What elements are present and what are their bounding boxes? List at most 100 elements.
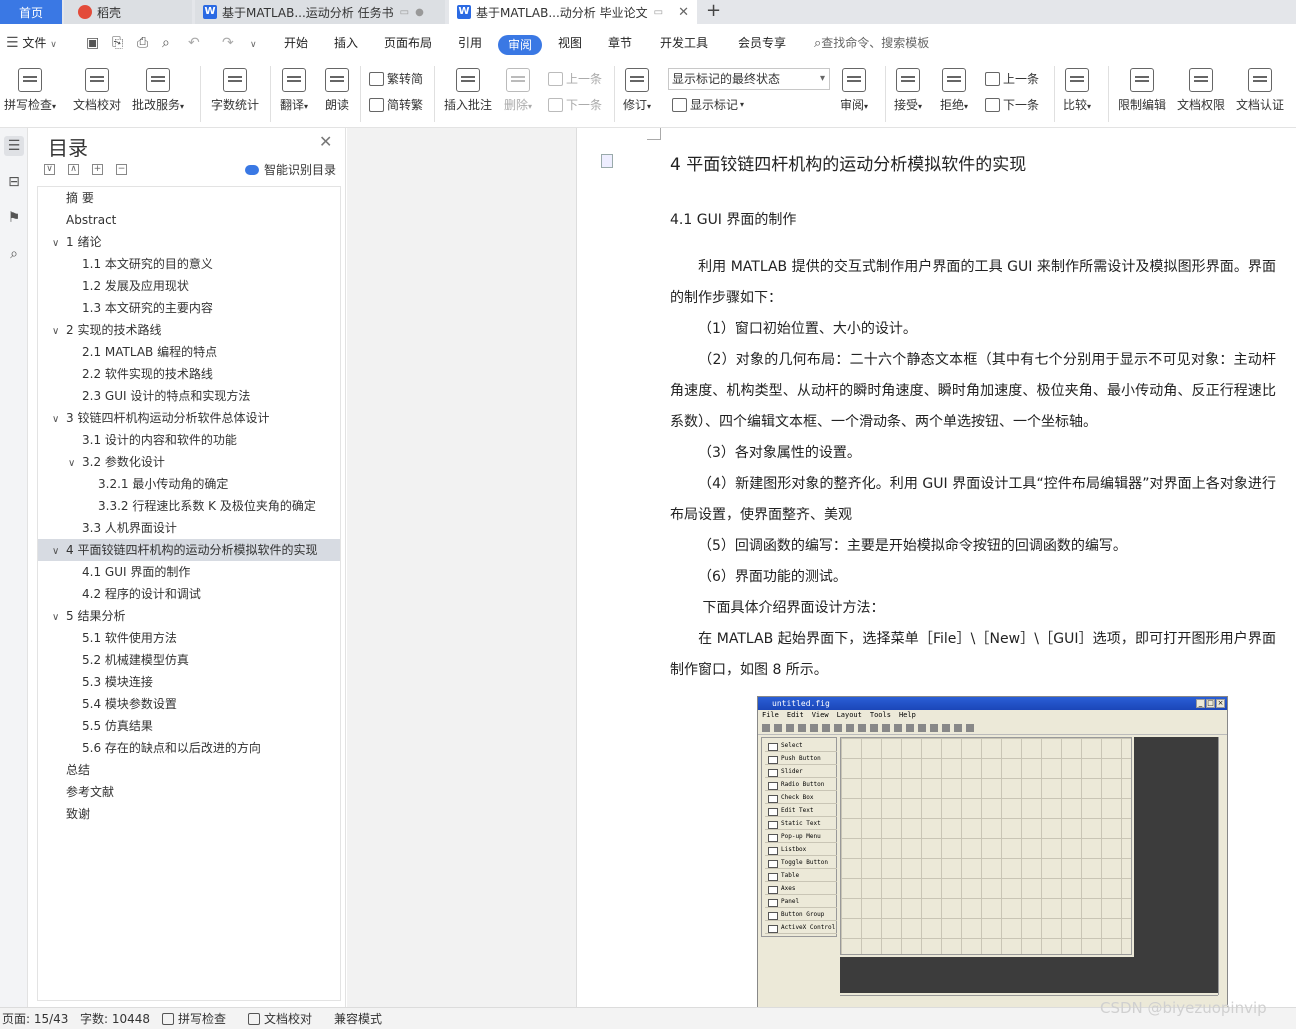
batch-service-button[interactable]: 批改服务▾ [132, 68, 184, 113]
toc-item[interactable]: Abstract [38, 209, 340, 231]
markup-mode-select[interactable]: 显示标记的最终状态 [668, 68, 830, 90]
new-tab-button[interactable]: + [706, 0, 724, 24]
chevron-down-icon[interactable]: ∨ [52, 541, 64, 561]
redo-icon[interactable]: ↷ [222, 24, 234, 62]
next-change-button[interactable]: 下一条 [985, 96, 1039, 113]
menu-review[interactable]: 审阅 [498, 35, 543, 55]
minus-icon[interactable]: − [116, 164, 127, 175]
chevron-down-icon[interactable]: ∨ [52, 607, 64, 627]
chevron-down-icon[interactable]: ∨ [52, 409, 64, 429]
toc-item[interactable]: ∨ 3.2 参数化设计 [38, 451, 340, 473]
toc-item[interactable]: 1.3 本文研究的主要内容 [38, 297, 340, 319]
print-icon[interactable]: ⎙ [137, 24, 148, 62]
restrict-edit-button[interactable]: 限制编辑 [1118, 68, 1166, 113]
quick-access-dropdown-icon[interactable]: ∨ [250, 24, 257, 62]
prev-comment-button[interactable]: 上一条 [548, 70, 602, 87]
palette-item: Button Group [765, 909, 837, 921]
reject-button[interactable]: 拒绝▾ [940, 68, 968, 113]
toc-item[interactable]: 2.2 软件实现的技术路线 [38, 363, 340, 385]
toc-item[interactable]: 5.5 仿真结果 [38, 715, 340, 737]
chevron-down-icon[interactable]: ∨ [52, 233, 64, 253]
menu-member[interactable]: 会员专享 [738, 24, 786, 62]
prev-change-button[interactable]: 上一条 [985, 70, 1039, 87]
file-menu[interactable]: ☰ 文件 ∨ [6, 24, 57, 62]
toc-item[interactable]: ∨ 5 结果分析 [38, 605, 340, 627]
menu-references[interactable]: 引用 [458, 24, 482, 62]
tab-doc-thesis[interactable]: W 基于MATLAB...动分析 毕业论文 ▭ ✕ [449, 0, 697, 24]
toc-item[interactable]: 5.3 模块连接 [38, 671, 340, 693]
toc-item[interactable]: 总结 [38, 759, 340, 781]
save-icon[interactable]: ▣ [86, 24, 99, 62]
status-doc-check[interactable]: 文档校对 [248, 1008, 312, 1030]
tab-doc-task[interactable]: W 基于MATLAB...运动分析 任务书 ▭ ● [195, 0, 445, 24]
toc-item[interactable]: 3.3.2 行程速比系数 K 及极位夹角的确定 [38, 495, 340, 517]
toc-item[interactable]: 摘 要 [38, 187, 340, 209]
translate-button[interactable]: 翻译▾ [280, 68, 308, 113]
status-spell-check[interactable]: 拼写检查 [162, 1008, 226, 1030]
chapter-nav-icon[interactable]: ⊟ [4, 172, 24, 192]
tab-home[interactable]: 首页 [0, 0, 62, 24]
tab-daoke[interactable]: 稻壳 [64, 0, 192, 24]
read-aloud-button[interactable]: 朗读 [325, 68, 349, 113]
toc-item[interactable]: 3.3 人机界面设计 [38, 517, 340, 539]
export-icon[interactable]: ⎘ [112, 24, 123, 62]
toc-item[interactable]: 4.1 GUI 界面的制作 [38, 561, 340, 583]
word-count-indicator[interactable]: 字数: 10448 [80, 1008, 150, 1030]
find-icon[interactable]: ⌕ [4, 244, 24, 264]
doc-rights-button[interactable]: 文档权限 [1177, 68, 1225, 113]
menu-view[interactable]: 视图 [558, 24, 582, 62]
document-page[interactable]: 4 平面铰链四杆机构的运动分析模拟软件的实现 4.1 GUI 界面的制作 利用 … [576, 128, 1296, 1007]
collapse-all-icon[interactable]: ∨ [44, 164, 55, 175]
undo-icon[interactable]: ↶ [188, 24, 200, 62]
insert-comment-button[interactable]: 插入批注 [444, 68, 492, 113]
plus-icon[interactable]: + [92, 164, 103, 175]
toc-item[interactable]: ∨ 3 铰链四杆机构运动分析软件总体设计 [38, 407, 340, 429]
toc-item[interactable]: ∨ 2 实现的技术路线 [38, 319, 340, 341]
word-count-button[interactable]: 字数统计 [211, 68, 259, 113]
chevron-down-icon[interactable]: ∨ [52, 321, 64, 341]
toc-item[interactable]: 5.4 模块参数设置 [38, 693, 340, 715]
toc-item[interactable]: 4.2 程序的设计和调试 [38, 583, 340, 605]
toc-item[interactable]: 2.3 GUI 设计的特点和实现方法 [38, 385, 340, 407]
bookmark-icon[interactable]: ⚑ [4, 208, 24, 228]
page-layout-icon[interactable] [601, 154, 613, 168]
page-indicator[interactable]: 页面: 15/43 [2, 1008, 68, 1030]
show-markup-button[interactable]: 显示标记 ▾ [672, 96, 744, 113]
doc-auth-button[interactable]: 文档认证 [1236, 68, 1284, 113]
expand-up-icon[interactable]: ∧ [68, 164, 79, 175]
command-search[interactable]: ⌕查找命令、搜索模板 [814, 24, 929, 62]
menu-insert[interactable]: 插入 [334, 24, 358, 62]
toc-item[interactable]: 致谢 [38, 803, 340, 825]
doc-check-button[interactable]: 文档校对 [73, 68, 121, 113]
toc-panel-icon[interactable]: ☰ [4, 136, 24, 156]
compare-button[interactable]: 比较▾ [1063, 68, 1091, 113]
toc-item[interactable]: 1.2 发展及应用现状 [38, 275, 340, 297]
toc-item[interactable]: 5.1 软件使用方法 [38, 627, 340, 649]
toc-item[interactable]: 1.1 本文研究的目的意义 [38, 253, 340, 275]
review-pane-button[interactable]: 审阅▾ [840, 68, 868, 113]
trad-to-simp-button[interactable]: 繁转简 [369, 70, 423, 87]
toc-item[interactable]: 5.2 机械建模型仿真 [38, 649, 340, 671]
simp-to-trad-button[interactable]: 简转繁 [369, 96, 423, 113]
close-icon[interactable]: ✕ [319, 132, 332, 151]
smart-toc-button[interactable]: 智能识别目录 [245, 161, 336, 178]
menu-layout[interactable]: 页面布局 [384, 24, 432, 62]
print-preview-icon[interactable]: ⌕ [162, 24, 170, 62]
toc-item[interactable]: 3.1 设计的内容和软件的功能 [38, 429, 340, 451]
toc-item[interactable]: 5.6 存在的缺点和以后改进的方向 [38, 737, 340, 759]
toc-item[interactable]: ∨ 4 平面铰链四杆机构的运动分析模拟软件的实现 [38, 539, 340, 561]
tab-close-icon[interactable]: ✕ [678, 5, 689, 20]
track-changes-button[interactable]: 修订▾ [623, 68, 651, 113]
menu-developer[interactable]: 开发工具 [660, 24, 708, 62]
toc-item[interactable]: 2.1 MATLAB 编程的特点 [38, 341, 340, 363]
menu-chapter[interactable]: 章节 [608, 24, 632, 62]
delete-comment-button[interactable]: 删除▾ [504, 68, 532, 113]
chevron-down-icon[interactable]: ∨ [68, 453, 80, 473]
toc-item[interactable]: 3.2.1 最小传动角的确定 [38, 473, 340, 495]
accept-button[interactable]: 接受▾ [894, 68, 922, 113]
spell-check-button[interactable]: 拼写检查▾ [4, 68, 56, 113]
toc-item[interactable]: 参考文献 [38, 781, 340, 803]
next-comment-button[interactable]: 下一条 [548, 96, 602, 113]
toc-item[interactable]: ∨ 1 绪论 [38, 231, 340, 253]
menu-home[interactable]: 开始 [284, 24, 308, 62]
